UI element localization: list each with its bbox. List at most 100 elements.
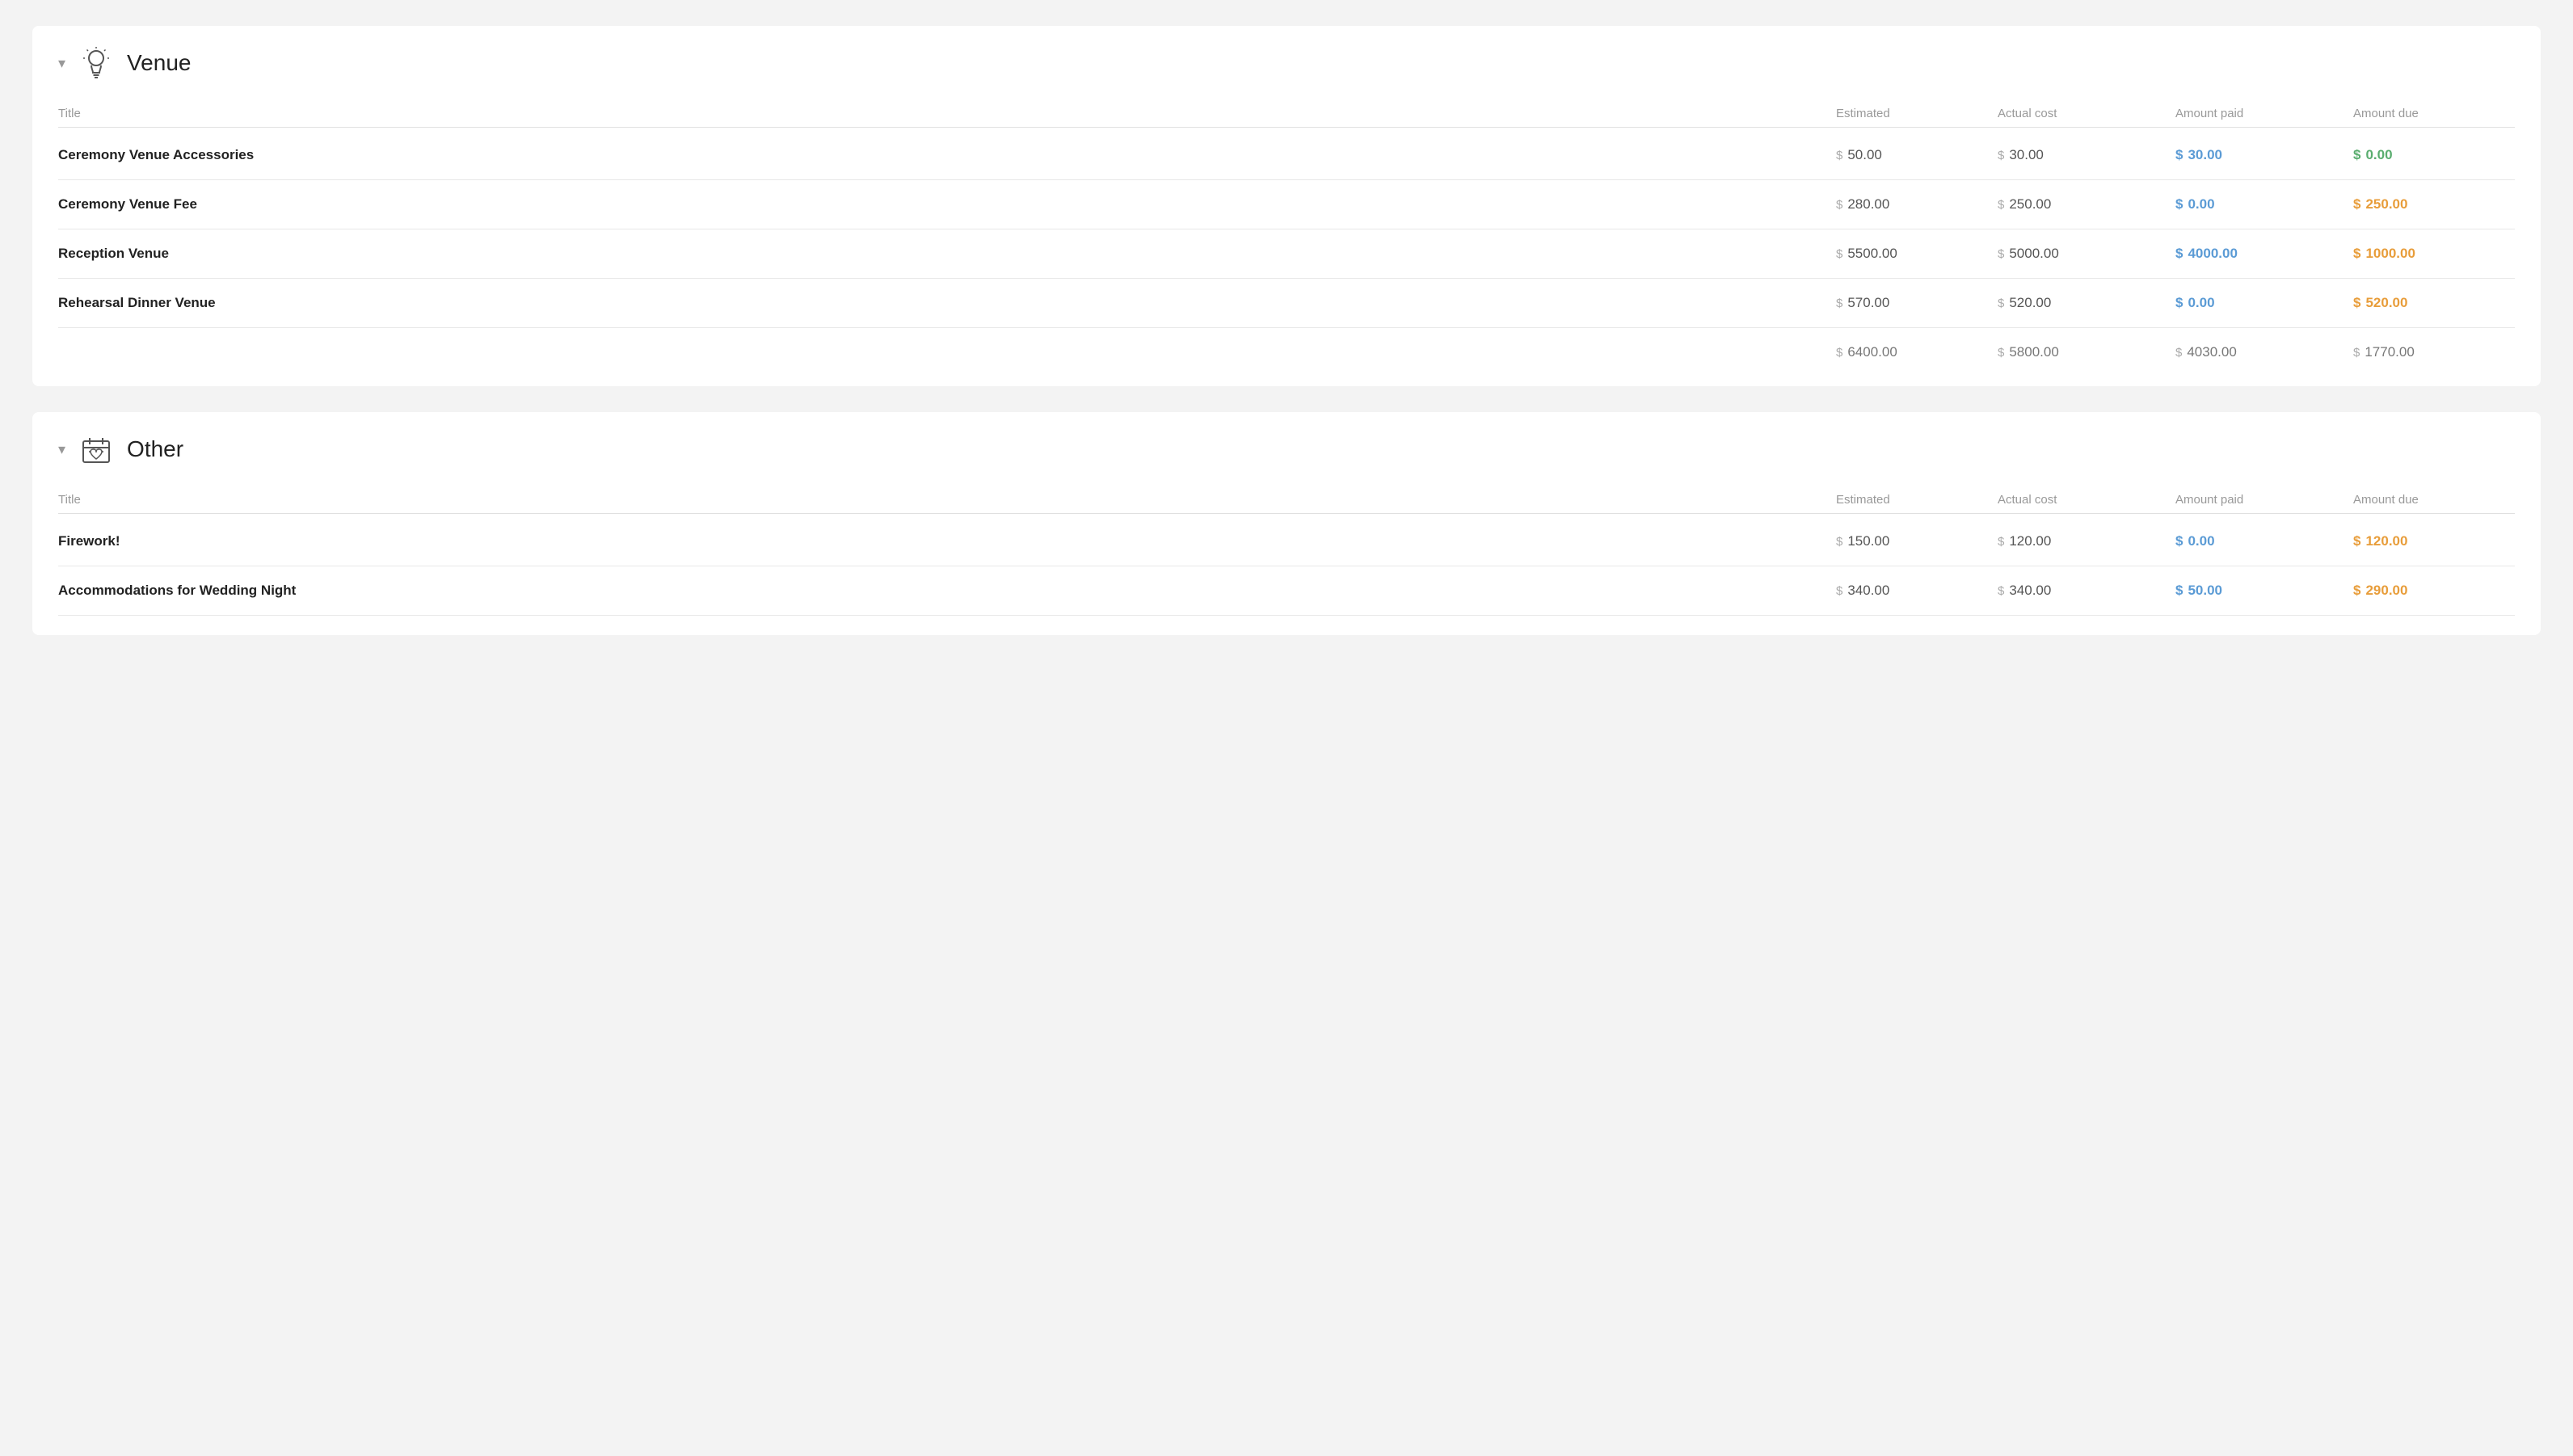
venue-icon <box>78 45 114 81</box>
col-actual: Actual cost <box>1998 107 2175 120</box>
col-title: Title <box>58 107 1836 120</box>
currency-icon: $ <box>1998 149 2004 162</box>
paid-cell: $ 50.00 <box>2175 583 2353 599</box>
venue-total-paid: $ 4030.00 <box>2175 344 2353 360</box>
due-cell: $ 520.00 <box>2353 295 2515 311</box>
due-cell: $ 0.00 <box>2353 147 2515 163</box>
currency-icon: $ <box>1998 198 2004 212</box>
estimated-value: 570.00 <box>1847 295 1889 311</box>
other-col-title: Title <box>58 493 1836 507</box>
currency-icon: $ <box>1998 535 2004 549</box>
currency-icon: $ <box>1836 584 1842 598</box>
table-row: Accommodations for Wedding Night $ 340.0… <box>58 566 2515 616</box>
currency-icon: $ <box>1836 297 1842 310</box>
venue-total-estimated: $ 6400.00 <box>1836 344 1998 360</box>
venue-rows: Ceremony Venue Accessories $ 50.00 $ 30.… <box>58 131 2515 328</box>
paid-cell: $ 4000.00 <box>2175 246 2353 262</box>
paid-dollar: $ <box>2175 246 2183 262</box>
paid-cell: $ 0.00 <box>2175 295 2353 311</box>
paid-value: 0.00 <box>2188 533 2214 549</box>
row-title: Ceremony Venue Accessories <box>58 147 1836 163</box>
row-title: Firework! <box>58 533 1836 549</box>
currency-icon: $ <box>1998 584 2004 598</box>
table-row: Firework! $ 150.00 $ 120.00 $ 0.00 $ 120… <box>58 517 2515 566</box>
actual-value: 250.00 <box>2009 196 2051 213</box>
paid-value: 0.00 <box>2188 196 2214 213</box>
other-section-header: ▾ Other <box>58 431 2515 467</box>
col-paid: Amount paid <box>2175 107 2353 120</box>
venue-chevron[interactable]: ▾ <box>58 55 65 72</box>
table-row: Rehearsal Dinner Venue $ 570.00 $ 520.00… <box>58 279 2515 328</box>
due-dollar: $ <box>2353 246 2360 262</box>
venue-section-header: ▾ Venue <box>58 45 2515 81</box>
due-cell: $ 1000.00 <box>2353 246 2515 262</box>
other-table-header: Title Estimated Actual cost Amount paid … <box>58 486 2515 514</box>
actual-cell: $ 30.00 <box>1998 147 2175 163</box>
currency-icon: $ <box>1998 247 2004 261</box>
estimated-cell: $ 50.00 <box>1836 147 1998 163</box>
currency-icon: $ <box>1836 535 1842 549</box>
table-row: Ceremony Venue Accessories $ 50.00 $ 30.… <box>58 131 2515 180</box>
other-icon <box>78 431 114 467</box>
due-value: 1000.00 <box>2365 246 2415 262</box>
actual-value: 340.00 <box>2009 583 2051 599</box>
paid-value: 50.00 <box>2188 583 2222 599</box>
other-col-paid: Amount paid <box>2175 493 2353 507</box>
venue-section: ▾ Venue Title Estimated Actual cost Amou… <box>32 26 2541 386</box>
due-dollar: $ <box>2353 147 2360 163</box>
other-col-due: Amount due <box>2353 493 2515 507</box>
due-cell: $ 250.00 <box>2353 196 2515 213</box>
paid-dollar: $ <box>2175 196 2183 213</box>
due-dollar: $ <box>2353 583 2360 599</box>
venue-title: Venue <box>127 50 191 76</box>
estimated-cell: $ 570.00 <box>1836 295 1998 311</box>
estimated-cell: $ 150.00 <box>1836 533 1998 549</box>
due-dollar: $ <box>2353 533 2360 549</box>
actual-cell: $ 520.00 <box>1998 295 2175 311</box>
other-col-estimated: Estimated <box>1836 493 1998 507</box>
due-cell: $ 290.00 <box>2353 583 2515 599</box>
actual-cell: $ 5000.00 <box>1998 246 2175 262</box>
row-title: Accommodations for Wedding Night <box>58 583 1836 599</box>
col-estimated: Estimated <box>1836 107 1998 120</box>
venue-total-actual: $ 5800.00 <box>1998 344 2175 360</box>
paid-value: 4000.00 <box>2188 246 2237 262</box>
col-due: Amount due <box>2353 107 2515 120</box>
currency-icon: $ <box>1836 247 1842 261</box>
due-dollar: $ <box>2353 295 2360 311</box>
paid-dollar: $ <box>2175 533 2183 549</box>
due-cell: $ 120.00 <box>2353 533 2515 549</box>
paid-value: 30.00 <box>2188 147 2222 163</box>
due-value: 250.00 <box>2365 196 2407 213</box>
other-chevron[interactable]: ▾ <box>58 441 65 458</box>
other-col-actual: Actual cost <box>1998 493 2175 507</box>
paid-value: 0.00 <box>2188 295 2214 311</box>
estimated-value: 50.00 <box>1847 147 1882 163</box>
paid-cell: $ 30.00 <box>2175 147 2353 163</box>
paid-dollar: $ <box>2175 147 2183 163</box>
paid-cell: $ 0.00 <box>2175 533 2353 549</box>
row-title: Rehearsal Dinner Venue <box>58 295 1836 311</box>
paid-cell: $ 0.00 <box>2175 196 2353 213</box>
actual-value: 520.00 <box>2009 295 2051 311</box>
other-rows: Firework! $ 150.00 $ 120.00 $ 0.00 $ 120… <box>58 517 2515 616</box>
due-dollar: $ <box>2353 196 2360 213</box>
currency-icon: $ <box>1836 198 1842 212</box>
estimated-cell: $ 280.00 <box>1836 196 1998 213</box>
table-row: Ceremony Venue Fee $ 280.00 $ 250.00 $ 0… <box>58 180 2515 229</box>
other-section: ▾ Other Title Estimated Actual cost Amou… <box>32 412 2541 635</box>
paid-dollar: $ <box>2175 295 2183 311</box>
venue-total-due: $ 1770.00 <box>2353 344 2515 360</box>
estimated-cell: $ 5500.00 <box>1836 246 1998 262</box>
actual-value: 120.00 <box>2009 533 2051 549</box>
estimated-value: 280.00 <box>1847 196 1889 213</box>
actual-cell: $ 250.00 <box>1998 196 2175 213</box>
estimated-value: 5500.00 <box>1847 246 1897 262</box>
estimated-value: 340.00 <box>1847 583 1889 599</box>
row-title: Reception Venue <box>58 246 1836 262</box>
actual-cell: $ 340.00 <box>1998 583 2175 599</box>
estimated-cell: $ 340.00 <box>1836 583 1998 599</box>
other-title: Other <box>127 436 183 462</box>
due-value: 120.00 <box>2365 533 2407 549</box>
actual-cell: $ 120.00 <box>1998 533 2175 549</box>
